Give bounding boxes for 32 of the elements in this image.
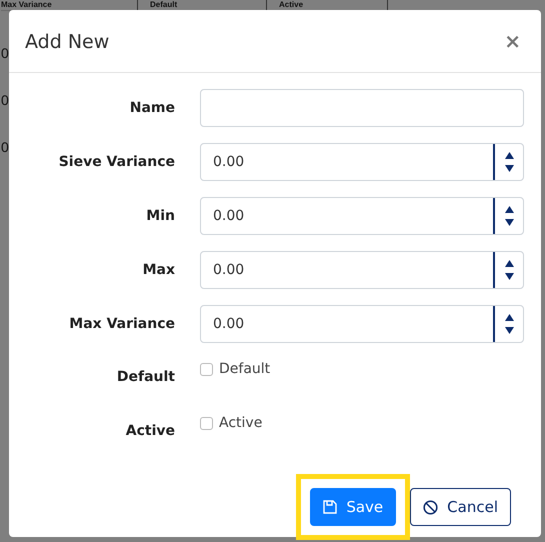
increment-icon — [504, 152, 514, 159]
number-field[interactable]: 0.00 — [200, 251, 524, 289]
prohibited-icon — [423, 500, 438, 514]
checkbox[interactable] — [200, 416, 213, 430]
field-label: Default — [116, 368, 176, 385]
decrement-icon — [504, 273, 514, 280]
checkbox-label: Default — [219, 361, 270, 377]
field-label: Max Variance — [68, 316, 176, 332]
table-cell: 0 — [1, 92, 9, 109]
save-button[interactable]: Save — [310, 488, 396, 526]
decrement-icon — [504, 219, 514, 226]
close-button[interactable]: × — [500, 29, 525, 53]
decrement-icon — [504, 327, 514, 334]
checkbox[interactable] — [200, 362, 213, 376]
checkbox-label: Active — [219, 415, 262, 431]
number-field[interactable]: 0.00 — [200, 305, 524, 343]
number-field[interactable]: 0.00 — [200, 143, 524, 181]
table-cell: 0 — [1, 45, 9, 62]
increment-icon — [504, 260, 514, 267]
number-field[interactable]: 0.00 — [200, 197, 524, 235]
field-label: Active — [124, 422, 176, 439]
field-label: Min — [145, 208, 176, 224]
dialog-title: Add New — [25, 30, 110, 53]
table-cell: 0 — [1, 139, 9, 156]
increment-icon — [504, 314, 514, 321]
text-field[interactable] — [200, 89, 524, 127]
field-label: Sieve Variance — [58, 154, 176, 170]
increment-icon — [504, 206, 514, 213]
cancel-button[interactable]: Cancel — [410, 488, 511, 526]
field-label: Max — [142, 262, 176, 278]
field-label: Name — [128, 100, 176, 116]
decrement-icon — [504, 165, 514, 172]
